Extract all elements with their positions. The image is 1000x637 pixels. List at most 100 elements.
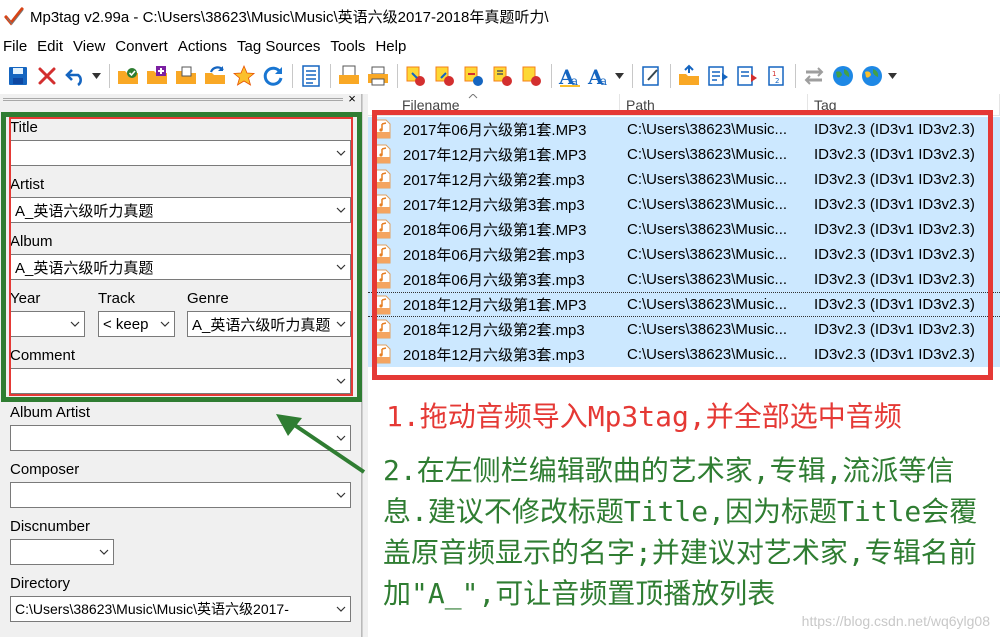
menu-actions[interactable]: Actions xyxy=(175,38,234,55)
close-icon[interactable]: × xyxy=(346,92,358,105)
text-format-icon[interactable]: Aa xyxy=(585,62,613,90)
year-field[interactable] xyxy=(10,311,85,337)
panel-grip[interactable] xyxy=(3,98,343,101)
album-artist-field[interactable] xyxy=(10,425,351,451)
chevron-down-icon[interactable] xyxy=(332,369,350,393)
open-folder-icon[interactable] xyxy=(172,62,200,90)
tag-from-list-icon[interactable] xyxy=(518,62,546,90)
import-icon[interactable] xyxy=(675,62,703,90)
column-tag[interactable]: Tag xyxy=(808,94,1000,116)
toolbar-separator xyxy=(670,64,671,88)
row-path: C:\Users\38623\Music... xyxy=(627,270,788,288)
table-row[interactable]: 2018年12月六级第1套.MP3 C:\Users\38623\Music...… xyxy=(368,292,1000,317)
filename-to-tag-icon[interactable] xyxy=(431,62,459,90)
genre-field[interactable]: A_英语六级听力真题 xyxy=(187,311,351,337)
edit-icon[interactable] xyxy=(637,62,665,90)
title-field[interactable] xyxy=(10,140,351,166)
tag-to-filename-icon[interactable] xyxy=(402,62,430,90)
track-field[interactable]: < keep xyxy=(98,311,175,337)
title-label: Title xyxy=(10,119,38,136)
row-filename: 2018年06月六级第1套.MP3 xyxy=(403,221,587,239)
svg-text:2: 2 xyxy=(775,77,779,85)
table-row[interactable]: 2017年12月六级第1套.MP3 C:\Users\38623\Music...… xyxy=(368,142,1000,167)
numbering-icon[interactable]: 12 xyxy=(762,62,790,90)
print-icon[interactable] xyxy=(364,62,392,90)
chevron-down-icon[interactable] xyxy=(332,312,350,336)
web-source-icon[interactable] xyxy=(800,62,828,90)
chevron-down-icon[interactable] xyxy=(332,255,350,279)
toolbar-separator xyxy=(109,64,110,88)
sort-ascending-icon xyxy=(468,94,478,99)
directory-field[interactable]: C:\Users\38623\Music\Music\英语六级2017- xyxy=(10,596,351,622)
table-row[interactable]: 2017年12月六级第3套.mp3 C:\Users\38623\Music...… xyxy=(368,192,1000,217)
add-directory-icon[interactable] xyxy=(143,62,171,90)
comment-field[interactable] xyxy=(10,368,351,394)
table-row[interactable]: 2018年06月六级第3套.mp3 C:\Users\38623\Music...… xyxy=(368,267,1000,292)
chevron-down-icon[interactable] xyxy=(95,540,113,564)
row-filename: 2017年12月六级第3套.mp3 xyxy=(403,196,585,214)
track-label: Track xyxy=(98,290,135,307)
extended-tags-icon[interactable] xyxy=(297,62,325,90)
table-row[interactable]: 2017年06月六级第1套.MP3 C:\Users\38623\Music...… xyxy=(368,117,1000,142)
audio-file-icon xyxy=(368,269,398,289)
audio-file-icon xyxy=(368,219,398,239)
table-row[interactable]: 2018年06月六级第1套.MP3 C:\Users\38623\Music...… xyxy=(368,217,1000,242)
favorite-star-icon[interactable] xyxy=(230,62,258,90)
row-filename: 2017年12月六级第2套.mp3 xyxy=(403,171,585,189)
menu-tag-sources[interactable]: Tag Sources xyxy=(234,38,327,55)
discnumber-field[interactable] xyxy=(10,539,114,565)
album-field[interactable]: A_英语六级听力真题 xyxy=(10,254,351,280)
table-row[interactable]: 2018年12月六级第3套.mp3 C:\Users\38623\Music...… xyxy=(368,342,1000,367)
playlist-icon[interactable] xyxy=(704,62,732,90)
playlist-alt-icon[interactable] xyxy=(733,62,761,90)
row-filename: 2018年12月六级第1套.MP3 xyxy=(403,297,587,314)
change-directory-icon[interactable] xyxy=(114,62,142,90)
row-tag: ID3v2.3 (ID3v1 ID3v2.3) xyxy=(814,145,975,163)
reload-icon[interactable] xyxy=(259,62,287,90)
file-list: Filename Path Tag 2017年06月六级第1套.MP3 C:\Us… xyxy=(368,94,1000,380)
row-path: C:\Users\38623\Music... xyxy=(627,170,788,188)
column-filename[interactable]: Filename xyxy=(368,94,620,116)
chevron-down-icon[interactable] xyxy=(332,597,350,621)
row-tag: ID3v2.3 (ID3v1 ID3v2.3) xyxy=(814,320,975,338)
save-icon[interactable] xyxy=(4,62,32,90)
title-bar: Mp3tag v2.99a - C:\Users\38623\Music\Mus… xyxy=(0,0,1000,32)
chevron-down-icon[interactable] xyxy=(332,198,350,222)
chevron-down-icon[interactable] xyxy=(156,312,174,336)
remove-tag-icon[interactable] xyxy=(33,62,61,90)
undo-icon[interactable] xyxy=(62,62,90,90)
format-dropdown-icon[interactable] xyxy=(614,62,624,90)
tag-to-tag-icon[interactable] xyxy=(460,62,488,90)
chevron-down-icon[interactable] xyxy=(332,141,350,165)
menu-view[interactable]: View xyxy=(70,38,112,55)
web-sources-dropdown-icon[interactable] xyxy=(887,62,897,90)
chevron-down-icon[interactable] xyxy=(332,483,350,507)
table-row[interactable]: 2017年12月六级第2套.mp3 C:\Users\38623\Music...… xyxy=(368,167,1000,192)
table-row[interactable]: 2018年06月六级第2套.mp3 C:\Users\38623\Music...… xyxy=(368,242,1000,267)
undo-dropdown-icon[interactable] xyxy=(91,62,101,90)
column-filename-label: Filename xyxy=(402,97,460,113)
artist-field[interactable]: A_英语六级听力真题 xyxy=(10,197,351,223)
globe-icon[interactable] xyxy=(829,62,857,90)
chevron-down-icon[interactable] xyxy=(66,312,84,336)
menu-file[interactable]: File xyxy=(0,38,34,55)
table-row[interactable]: 2018年12月六级第2套.mp3 C:\Users\38623\Music...… xyxy=(368,317,1000,342)
export-icon[interactable] xyxy=(335,62,363,90)
menu-convert[interactable]: Convert xyxy=(112,38,175,55)
toolbar-separator xyxy=(632,64,633,88)
menu-edit[interactable]: Edit xyxy=(34,38,70,55)
comment-label: Comment xyxy=(10,347,76,364)
window-title: Mp3tag v2.99a - C:\Users\38623\Music\Mus… xyxy=(30,8,549,26)
refresh-folder-icon[interactable] xyxy=(201,62,229,90)
file-rows: 2017年06月六级第1套.MP3 C:\Users\38623\Music...… xyxy=(368,117,1000,367)
text-file-to-tag-icon[interactable] xyxy=(489,62,517,90)
menu-tools[interactable]: Tools xyxy=(327,38,372,55)
chevron-down-icon[interactable] xyxy=(332,426,350,450)
watermark: https://blog.csdn.net/wq6ylg08 xyxy=(801,613,990,629)
row-filename: 2018年06月六级第3套.mp3 xyxy=(403,271,585,289)
globe-alt-icon[interactable] xyxy=(858,62,886,90)
case-conversion-icon[interactable]: Aa xyxy=(556,62,584,90)
composer-field[interactable] xyxy=(10,482,351,508)
menu-help[interactable]: Help xyxy=(372,38,413,55)
column-path[interactable]: Path xyxy=(620,94,808,116)
